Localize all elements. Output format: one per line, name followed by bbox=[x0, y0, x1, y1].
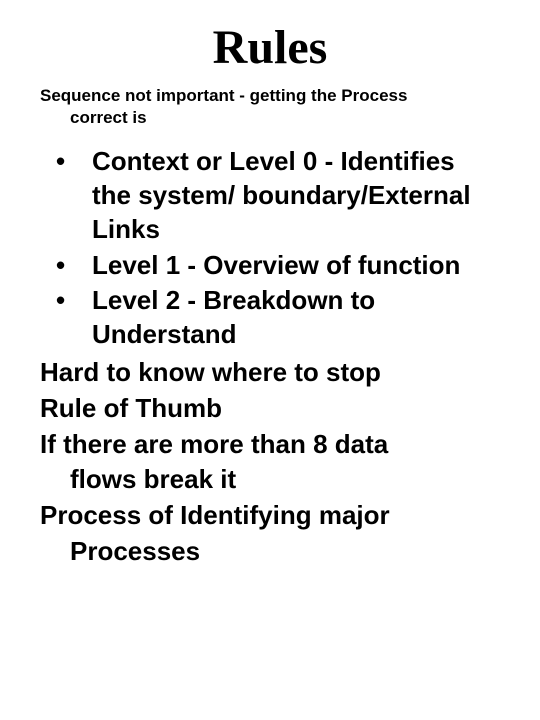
bullet-list: Context or Level 0 - Identifies the syst… bbox=[40, 145, 500, 352]
body-line-indent: flows break it bbox=[40, 463, 500, 497]
body-line-indent: Processes bbox=[40, 535, 500, 569]
body-line: Rule of Thumb bbox=[40, 392, 500, 426]
subtitle-line-2: correct is bbox=[40, 107, 500, 129]
body-line: If there are more than 8 data bbox=[40, 428, 500, 462]
list-item: Level 2 - Breakdown to Understand bbox=[40, 284, 500, 352]
body-line: Process of Identifying major bbox=[40, 499, 500, 533]
body-line: Hard to know where to stop bbox=[40, 356, 500, 390]
slide-title: Rules bbox=[40, 20, 500, 75]
list-item: Level 1 - Overview of function bbox=[40, 249, 500, 283]
slide-subtitle: Sequence not important - getting the Pro… bbox=[40, 85, 500, 129]
subtitle-line-1: Sequence not important - getting the Pro… bbox=[40, 85, 500, 107]
list-item: Context or Level 0 - Identifies the syst… bbox=[40, 145, 500, 246]
